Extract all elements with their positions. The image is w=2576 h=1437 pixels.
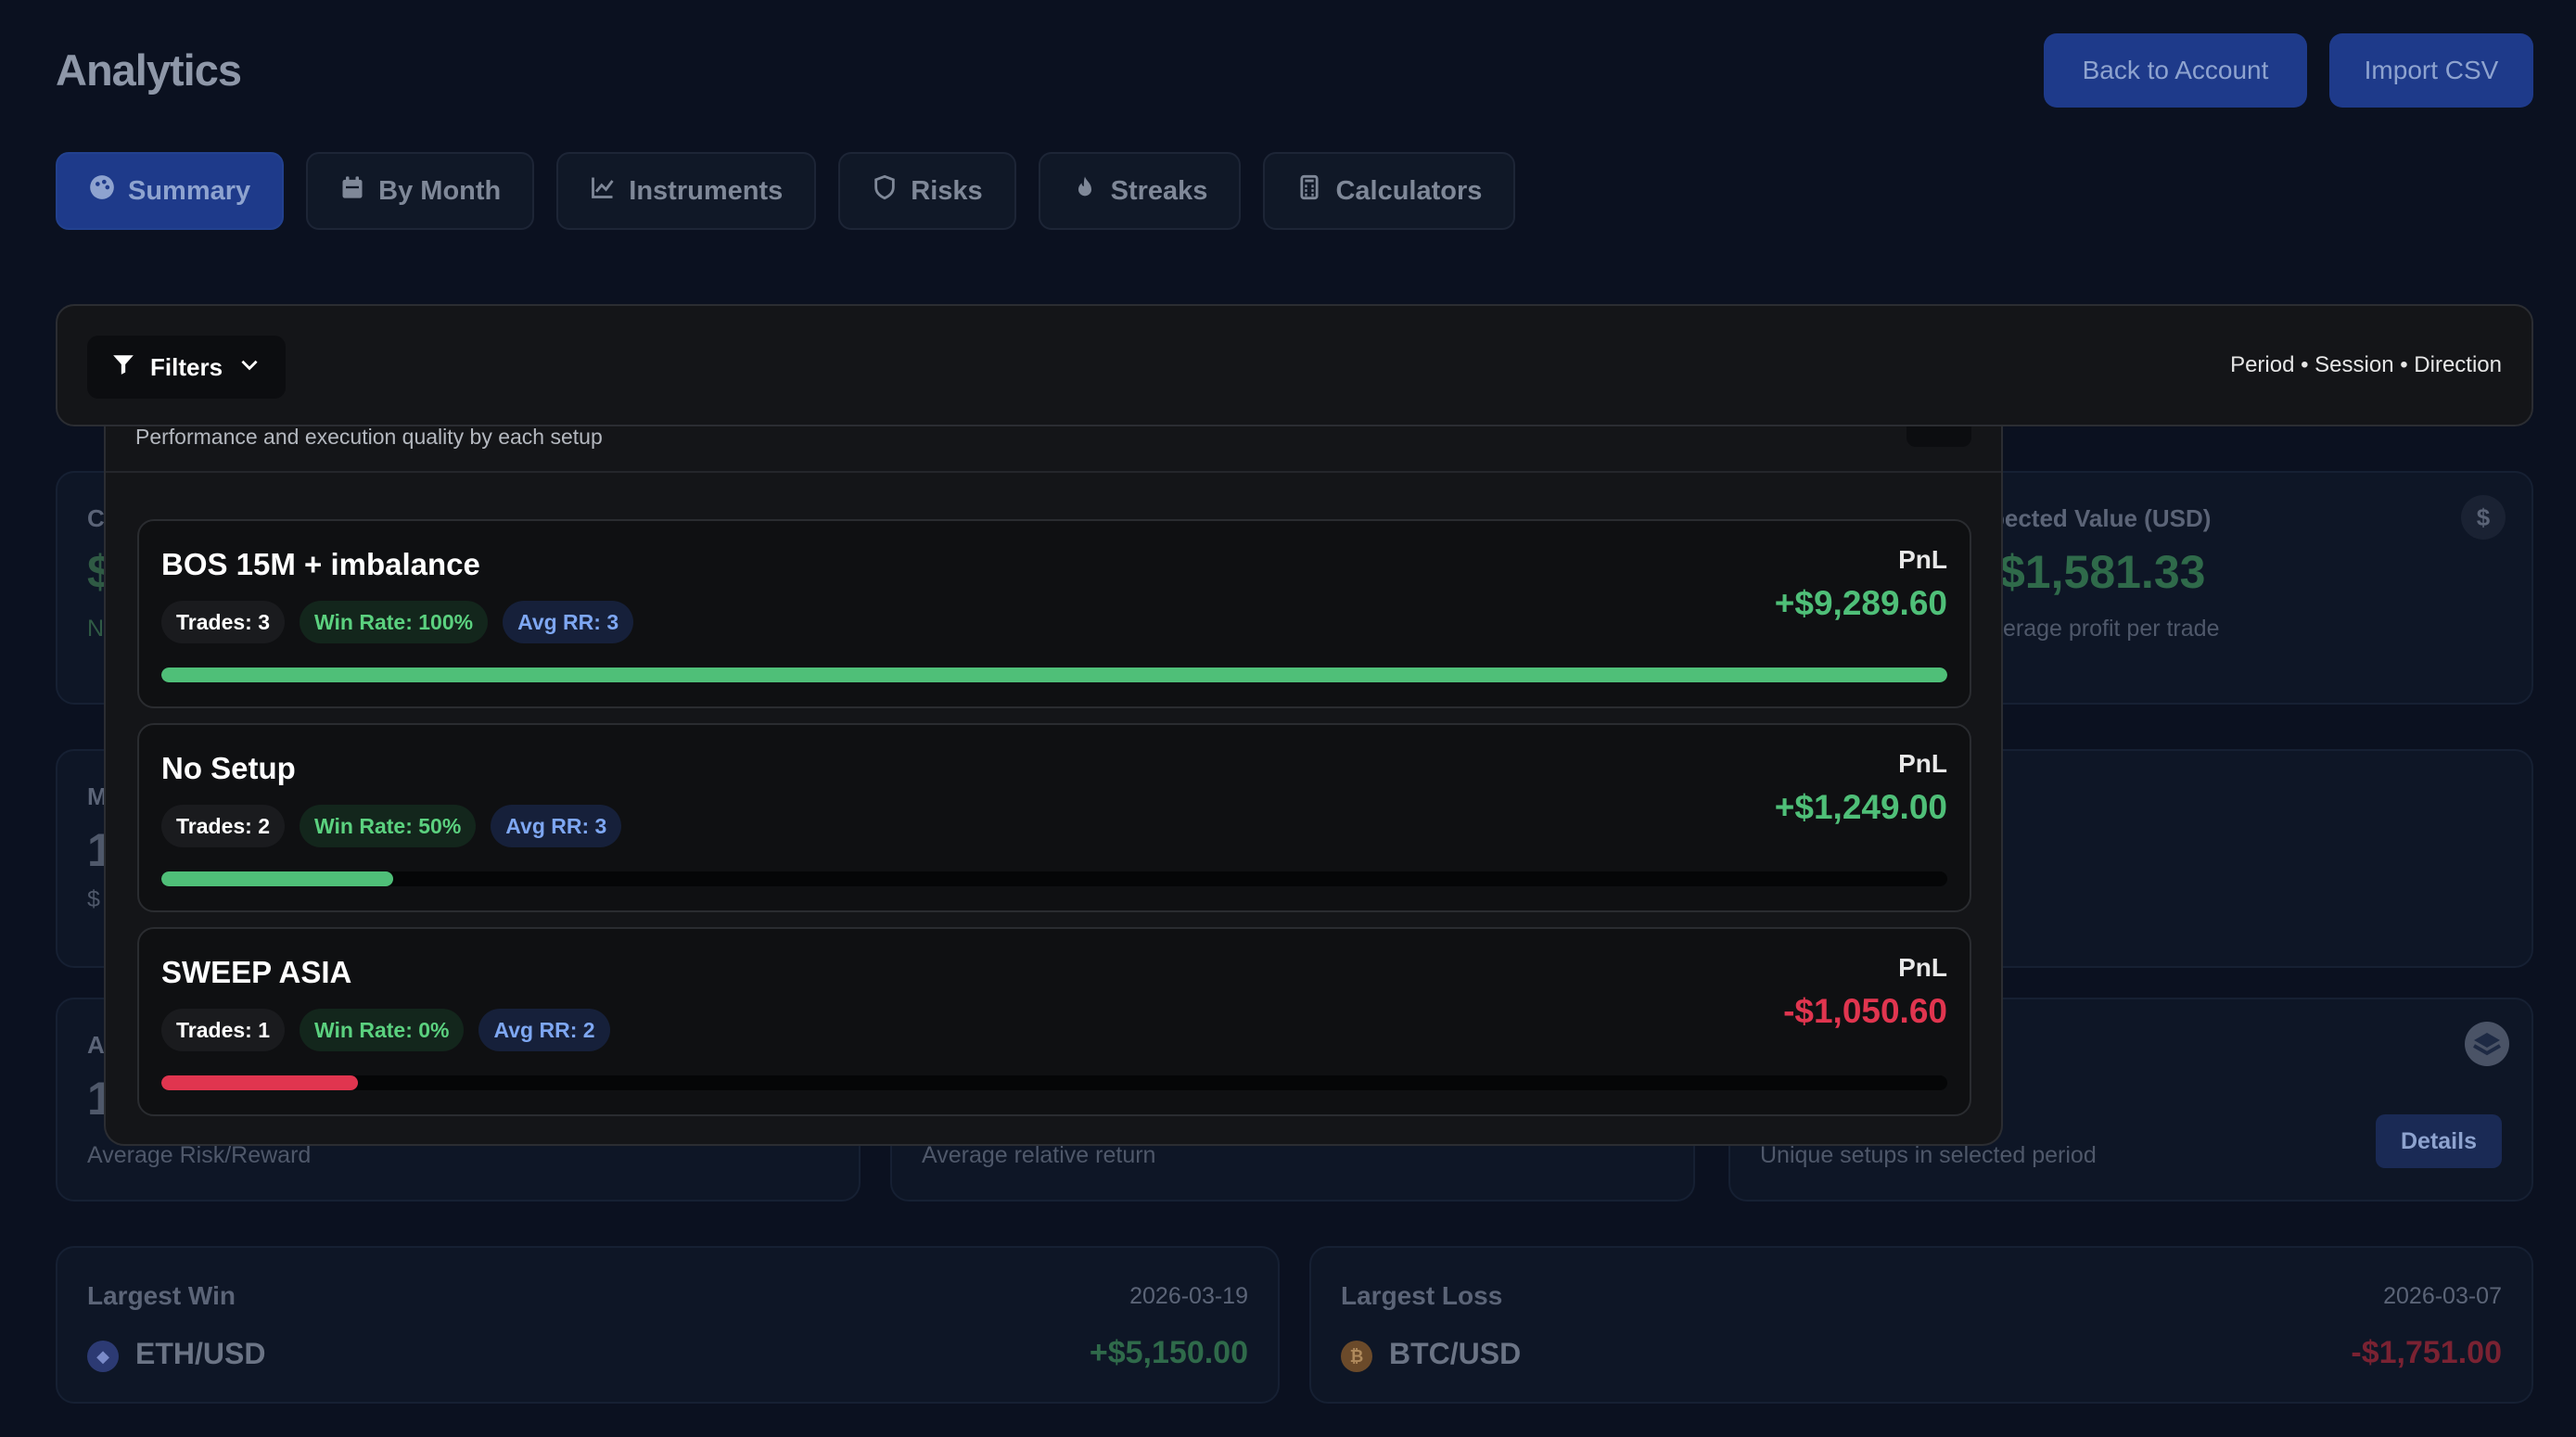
avg-rr-badge: Avg RR: 2 xyxy=(478,1009,610,1051)
pnl-bar-fill xyxy=(161,1075,358,1090)
kpi-sub: $ xyxy=(87,886,100,912)
kpi-sub: N xyxy=(87,616,105,642)
layers-icon xyxy=(2465,1022,2509,1066)
kpi-title: C xyxy=(87,504,105,532)
pnl-bar-track xyxy=(161,871,1947,886)
trade-date: 2026-03-07 xyxy=(2383,1283,2502,1309)
back-to-account-button[interactable]: Back to Account xyxy=(2044,33,2307,108)
trade-pnl: +$5,150.00 xyxy=(1089,1335,1248,1370)
funnel-icon xyxy=(111,352,135,383)
tab-label: Risks xyxy=(911,175,983,206)
tab-by-month[interactable]: By Month xyxy=(306,152,535,230)
pnl-label: PnL xyxy=(1898,749,1947,778)
tab-instruments[interactable]: Instruments xyxy=(556,152,817,230)
btc-icon: ₿ xyxy=(1341,1341,1372,1372)
kpi-value: $1,581.33 xyxy=(1999,546,2206,598)
kpi-sub: Unique setups in selected period xyxy=(1760,1142,2097,1168)
tab-label: By Month xyxy=(378,175,502,206)
filter-bar: Filters Period • Session • Direction xyxy=(56,304,2533,426)
kpi-title: A xyxy=(87,1031,105,1059)
palette-icon xyxy=(89,174,115,208)
pnl-value: -$1,050.60 xyxy=(1783,992,1947,1030)
setup-name: BOS 15M + imbalance xyxy=(161,547,480,581)
tab-calculators[interactable]: Calculators xyxy=(1263,152,1516,230)
page-title: Analytics xyxy=(56,45,242,95)
tab-label: Calculators xyxy=(1335,175,1483,206)
chart-line-icon xyxy=(590,174,616,208)
card-title: Largest Win xyxy=(87,1281,236,1310)
pnl-label: PnL xyxy=(1898,545,1947,574)
chevron-down-icon xyxy=(237,352,261,383)
modal-description: Performance and execution quality by eac… xyxy=(135,425,603,449)
trade-symbol: BTC/USD xyxy=(1389,1337,1522,1370)
largest-loss-card: Largest Loss 2026-03-07 ₿ BTC/USD -$1,75… xyxy=(1309,1246,2533,1404)
modal-divider xyxy=(106,471,2001,473)
kpi-sub: Average Risk/Reward xyxy=(87,1142,312,1168)
trades-badge: Trades: 1 xyxy=(161,1009,285,1051)
pnl-label: PnL xyxy=(1898,953,1947,982)
largest-win-card: Largest Win 2026-03-19 ◆ ETH/USD +$5,150… xyxy=(56,1246,1280,1404)
win-rate-badge: Win Rate: 0% xyxy=(300,1009,465,1051)
tab-risks[interactable]: Risks xyxy=(838,152,1016,230)
tab-label: Summary xyxy=(128,175,251,206)
tab-label: Instruments xyxy=(629,175,784,206)
tab-summary[interactable]: Summary xyxy=(56,152,285,230)
setup-name: SWEEP ASIA xyxy=(161,955,352,989)
pnl-bar-track xyxy=(161,1075,1947,1090)
modal-close-button[interactable] xyxy=(1906,425,1971,447)
pnl-bar-fill xyxy=(161,668,1947,682)
filters-label: Filters xyxy=(150,352,223,381)
dollar-icon: $ xyxy=(2461,495,2506,540)
pnl-value: +$1,249.00 xyxy=(1774,788,1947,826)
setup-card: SWEEP ASIA Trades: 1 Win Rate: 0% Avg RR… xyxy=(137,927,1971,1116)
setup-name: No Setup xyxy=(161,751,296,785)
import-csv-button[interactable]: Import CSV xyxy=(2329,33,2533,108)
card-title: Largest Loss xyxy=(1341,1281,1503,1310)
setup-card: BOS 15M + imbalance Trades: 3 Win Rate: … xyxy=(137,519,1971,708)
avg-rr-badge: Avg RR: 3 xyxy=(491,805,622,847)
tab-streaks[interactable]: Streaks xyxy=(1038,152,1242,230)
calculator-icon xyxy=(1296,174,1322,208)
calendar-icon xyxy=(339,174,365,208)
filters-button[interactable]: Filters xyxy=(87,336,287,399)
pnl-bar-fill xyxy=(161,871,394,886)
pnl-bar-track xyxy=(161,668,1947,682)
details-button[interactable]: Details xyxy=(2376,1114,2502,1168)
kpi-title: pected Value (USD) xyxy=(1990,504,2212,532)
shield-icon xyxy=(872,174,898,208)
tab-label: Streaks xyxy=(1110,175,1208,206)
kpi-sub: Average relative return xyxy=(922,1142,1156,1168)
flame-icon xyxy=(1072,174,1098,208)
active-filter-tags: Period • Session • Direction xyxy=(2230,352,2502,377)
trades-badge: Trades: 2 xyxy=(161,805,285,847)
eth-icon: ◆ xyxy=(87,1341,119,1372)
trade-symbol: ETH/USD xyxy=(135,1337,266,1370)
trades-badge: Trades: 3 xyxy=(161,601,285,643)
win-rate-badge: Win Rate: 100% xyxy=(300,601,489,643)
kpi-sub: erage profit per trade xyxy=(2003,616,2220,642)
setup-card: No Setup Trades: 2 Win Rate: 50% Avg RR:… xyxy=(137,723,1971,912)
tab-bar: Summary By Month Instruments Risks Strea… xyxy=(56,152,1516,230)
setups-modal: Performance and execution quality by eac… xyxy=(104,425,2003,1146)
trade-pnl: -$1,751.00 xyxy=(2351,1335,2502,1370)
trade-date: 2026-03-19 xyxy=(1129,1283,1248,1309)
avg-rr-badge: Avg RR: 3 xyxy=(503,601,634,643)
win-rate-badge: Win Rate: 50% xyxy=(300,805,477,847)
pnl-value: +$9,289.60 xyxy=(1774,584,1947,622)
